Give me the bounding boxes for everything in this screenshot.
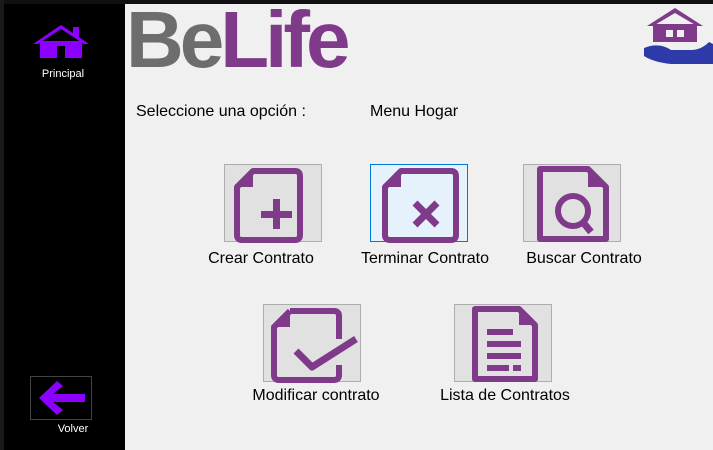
arrow-left-icon: [39, 381, 85, 415]
modify-contract-button[interactable]: [263, 304, 361, 383]
home-button[interactable]: [30, 24, 92, 58]
back-label: Volver: [57, 423, 89, 435]
back-button[interactable]: [30, 376, 92, 420]
menu-title: Menu Hogar: [370, 103, 459, 120]
terminate-contract-button[interactable]: [370, 164, 468, 243]
list-contracts-label: Lista de Contratos: [440, 387, 570, 404]
home-label: Principal: [41, 68, 85, 80]
select-option-label: Seleccione una opción :: [136, 103, 306, 120]
document-search-icon: [537, 166, 609, 242]
terminate-contract-label: Terminar Contrato: [360, 250, 490, 267]
belife-logo: BeLife: [126, 0, 351, 84]
home-insurance-icon: [644, 8, 713, 64]
home-icon: [33, 25, 89, 58]
document-delete-icon: [382, 168, 459, 243]
search-contract-label: Buscar Contrato: [526, 250, 642, 267]
create-contract-button[interactable]: [224, 164, 322, 243]
search-contract-button[interactable]: [523, 164, 621, 242]
document-list-icon: [472, 306, 538, 382]
document-add-icon: [234, 168, 303, 243]
create-contract-label: Crear Contrato: [208, 250, 314, 267]
modify-contract-label: Modificar contrato: [252, 387, 380, 404]
list-contracts-button[interactable]: [454, 304, 552, 382]
document-check-icon: [271, 308, 358, 383]
